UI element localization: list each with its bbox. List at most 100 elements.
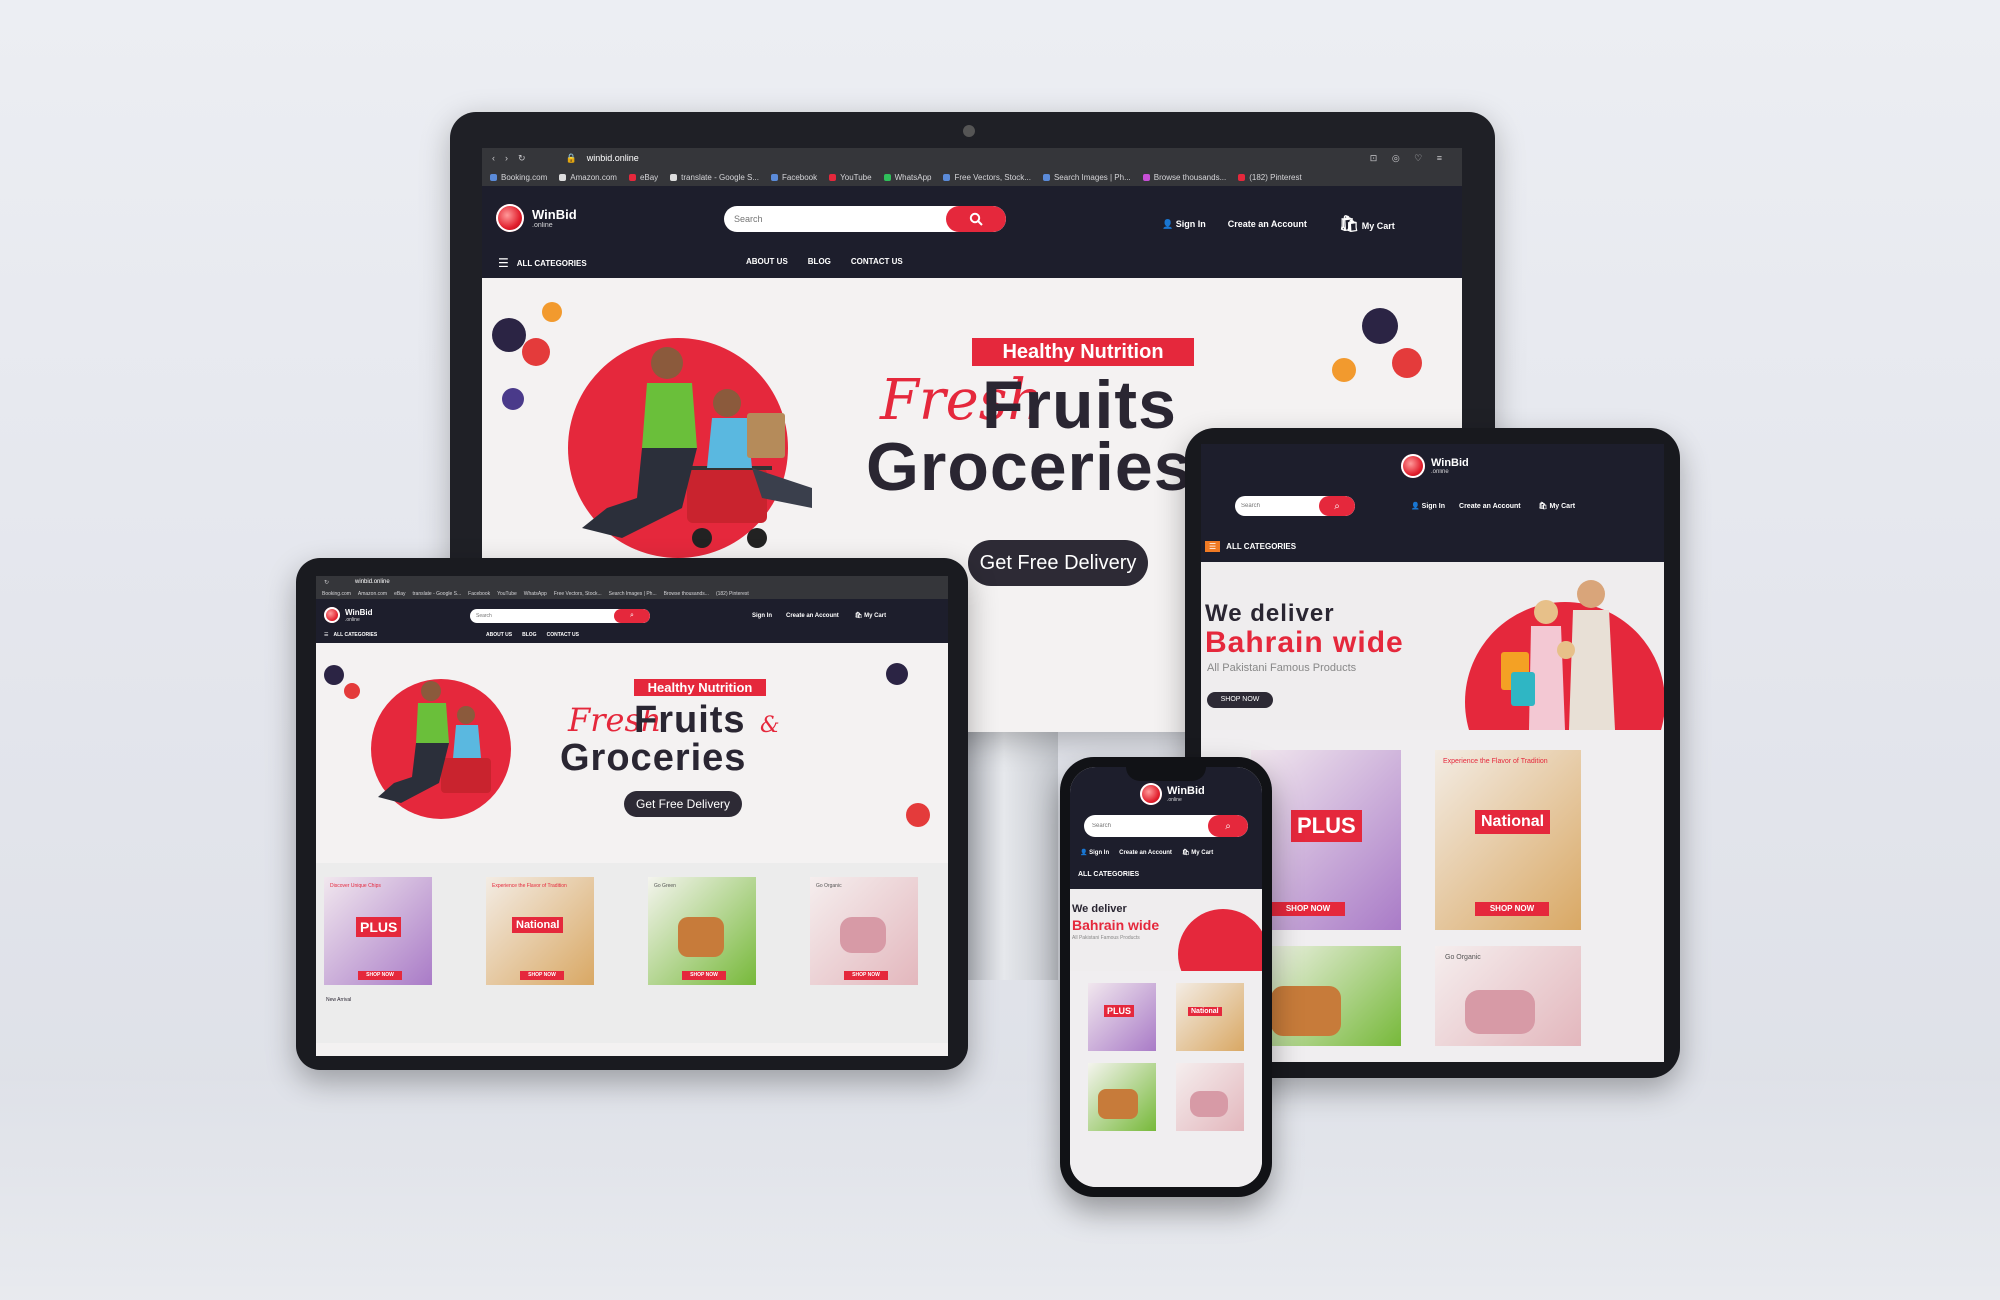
product-card-national[interactable]: Experience the Flavor of Tradition Natio… (1435, 750, 1581, 930)
bookmark-item[interactable]: YouTube (497, 591, 517, 597)
product-card-chips[interactable]: Discover Unique Chips PLUS SHOP NOW (324, 877, 432, 985)
search-button[interactable]: ⌕ (614, 609, 650, 623)
cart-link[interactable]: 🛍 My Cart (1182, 849, 1213, 856)
product-card-national[interactable]: Experience the Flavor of Tradition Natio… (486, 877, 594, 985)
search-button[interactable]: ⌕ (1319, 496, 1355, 516)
create-account-link[interactable]: Create an Account (1119, 850, 1172, 856)
address-bar[interactable]: winbid.online (587, 153, 639, 163)
sign-in-link[interactable]: 👤 Sign In (1162, 219, 1206, 230)
sign-in-link[interactable]: Sign In (752, 613, 772, 619)
get-free-delivery-button[interactable]: Get Free Delivery (624, 791, 742, 817)
hero-title-line1: Fruits (634, 699, 746, 741)
bookmark-item[interactable]: (182) Pinterest (1238, 173, 1302, 182)
product-card-green[interactable] (1251, 946, 1401, 1046)
bookmark-item[interactable]: Booking.com (322, 591, 351, 597)
product-card-chips[interactable]: PLUS (1088, 983, 1156, 1051)
shop-now-button[interactable]: SHOP NOW (844, 971, 888, 980)
product-card-green[interactable]: Go Green SHOP NOW (648, 877, 756, 985)
site-logo[interactable]: WinBid .online (1140, 783, 1205, 805)
bookmark-item[interactable]: Free Vectors, Stock... (943, 173, 1031, 182)
product-card-chips[interactable]: PLUS SHOP NOW (1251, 750, 1401, 930)
menu-icon[interactable]: ☰ (1205, 541, 1221, 552)
phone-device: WinBid.online ⌕ 👤 Sign In Create an Acco… (1060, 757, 1272, 1197)
bookmark-item[interactable]: YouTube (829, 173, 872, 182)
create-account-link[interactable]: Create an Account (1228, 219, 1307, 229)
bookmark-item[interactable]: Booking.com (490, 173, 547, 182)
sign-in-link[interactable]: 👤 Sign In (1411, 502, 1445, 510)
site-logo[interactable]: WinBid .online (496, 204, 577, 232)
bookmark-item[interactable]: Browse thousands... (1142, 173, 1226, 182)
nav-about-us[interactable]: ABOUT US (746, 257, 788, 266)
reload-icon[interactable]: ↻ (324, 579, 329, 586)
bookmark-item[interactable]: translate - Google S... (413, 591, 462, 597)
forward-icon[interactable]: › (505, 153, 508, 163)
site-logo[interactable]: WinBid .online (1401, 454, 1469, 478)
cart-link[interactable]: 🛍 My Cart (855, 612, 886, 619)
nav-blog[interactable]: BLOG (808, 257, 831, 266)
extensions-icons[interactable]: ⊡ ◎ ♡ ≡ (1370, 153, 1448, 164)
product-card-organic[interactable]: Go Organic (1435, 946, 1581, 1046)
bookmark-item[interactable]: Search Images | Ph... (1042, 173, 1131, 182)
webcam-icon (963, 125, 975, 137)
get-free-delivery-button[interactable]: Get Free Delivery (968, 540, 1148, 586)
bookmark-item[interactable]: translate - Google S... (670, 173, 759, 182)
bookmark-item[interactable]: Facebook (468, 591, 490, 597)
nav-contact-us[interactable]: CONTACT US (547, 632, 579, 638)
card-tag: Go Organic (816, 883, 842, 889)
bookmark-item[interactable]: Free Vectors, Stock... (554, 591, 602, 597)
cart-link[interactable]: 🛍 My Cart (1339, 214, 1395, 234)
product-card-organic[interactable] (1176, 1063, 1244, 1131)
search-button[interactable] (946, 206, 1006, 232)
card-brand: PLUS (1291, 810, 1362, 842)
shop-now-button[interactable]: SHOP NOW (682, 971, 726, 980)
all-categories-link[interactable]: ALL CATEGORIES (517, 259, 587, 268)
bookmark-item[interactable]: Browse thousands... (664, 591, 709, 597)
bookmark-item[interactable]: Facebook (771, 173, 817, 182)
cart-link[interactable]: 🛍 My Cart (1539, 502, 1576, 510)
all-categories-link[interactable]: ALL CATEGORIES (333, 632, 377, 638)
search-input[interactable] (1235, 503, 1319, 509)
product-card-national[interactable]: National (1176, 983, 1244, 1051)
all-categories-link[interactable]: ALL CATEGORIES (1226, 542, 1296, 551)
search-input[interactable] (724, 214, 946, 224)
reload-icon[interactable]: ↻ (518, 153, 526, 164)
site-logo[interactable]: WinBid .online (324, 607, 372, 623)
back-icon[interactable]: ‹ (492, 153, 495, 163)
bahrain-banner: We deliver Bahrain wide All Pakistani Fa… (1201, 562, 1664, 730)
bookmark-item[interactable]: WhatsApp (883, 173, 931, 182)
bookmark-item[interactable]: eBay (394, 591, 405, 597)
nav-contact-us[interactable]: CONTACT US (851, 257, 903, 266)
card-brand: PLUS (356, 917, 402, 937)
lock-icon: 🔒 (565, 152, 577, 163)
sign-in-link[interactable]: 👤 Sign In (1080, 849, 1109, 856)
nav-blog[interactable]: BLOG (522, 632, 536, 638)
product-card-organic[interactable]: Go Organic SHOP NOW (810, 877, 918, 985)
search-input[interactable] (1084, 823, 1208, 829)
shop-now-button[interactable]: SHOP NOW (358, 971, 402, 980)
search-icon: ⌕ (1334, 500, 1340, 512)
create-account-link[interactable]: Create an Account (1459, 503, 1521, 510)
search-button[interactable]: ⌕ (1208, 815, 1248, 837)
menu-icon[interactable]: ☰ (498, 256, 509, 270)
product-card-green[interactable] (1088, 1063, 1156, 1131)
bookmark-item[interactable]: WhatsApp (524, 591, 547, 597)
bookmark-item[interactable]: (182) Pinterest (716, 591, 749, 597)
main-nav: ABOUT US BLOG CONTACT US (486, 632, 579, 638)
shop-now-button[interactable]: SHOP NOW (1207, 692, 1273, 708)
site-header: WinBid.online 👤 Sign In Create an Accoun… (482, 186, 1462, 278)
address-bar[interactable]: winbid.online (355, 579, 390, 585)
shop-now-button[interactable]: SHOP NOW (1475, 902, 1549, 916)
product-cards-grid: PLUS National (1070, 971, 1262, 1187)
search-input[interactable] (470, 613, 614, 619)
bookmark-item[interactable]: Amazon.com (358, 591, 387, 597)
bookmark-item[interactable]: Search Images | Ph... (609, 591, 657, 597)
nav-about-us[interactable]: ABOUT US (486, 632, 512, 638)
menu-icon[interactable]: ☰ (324, 632, 328, 638)
shop-now-button[interactable]: SHOP NOW (520, 971, 564, 980)
bookmark-item[interactable]: Amazon.com (559, 173, 617, 182)
bookmark-item[interactable]: eBay (628, 173, 658, 182)
new-arrival-label: New Arrival (326, 997, 352, 1003)
create-account-link[interactable]: Create an Account (786, 613, 839, 619)
all-categories-link[interactable]: ALL CATEGORIES (1078, 871, 1139, 878)
shop-now-button[interactable]: SHOP NOW (1271, 902, 1345, 916)
